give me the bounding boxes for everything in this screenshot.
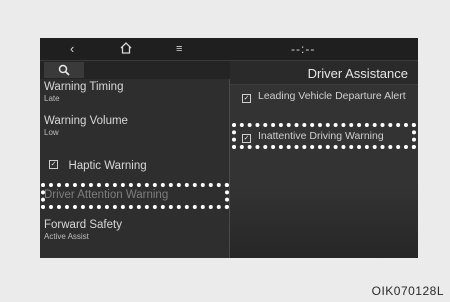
figure-code: OIK070128L — [371, 284, 444, 298]
menu-icon[interactable]: ≡ — [176, 41, 182, 57]
menu-item-forward-safety[interactable]: Forward Safety Active Assist — [44, 219, 122, 242]
panel-header: Driver Assistance — [230, 61, 418, 85]
option-label: Leading Vehicle Departure Alert — [258, 90, 406, 102]
menu-item-value: Low — [44, 128, 59, 137]
menu-item-title: Haptic Warning — [68, 160, 147, 172]
menu-item-warning-volume[interactable]: Warning Volume Low — [44, 115, 128, 138]
driver-assistance-panel: Driver Assistance ✓ Leading Vehicle Depa… — [230, 61, 418, 258]
clock: --:-- — [291, 42, 316, 56]
menu-item-haptic-warning[interactable]: ✓ Haptic Warning — [49, 156, 147, 174]
search-row — [40, 61, 230, 79]
panel-background — [230, 188, 418, 258]
top-bar: ‹ ≡ --:-- — [40, 38, 418, 61]
option-leading-vehicle-departure-alert[interactable]: ✓ Leading Vehicle Departure Alert — [242, 90, 406, 103]
menu-item-value: Active Assist — [44, 232, 89, 241]
panel-title: Driver Assistance — [307, 66, 408, 81]
infotainment-screen: ‹ ≡ --:-- Warning Timing Late Warning Vo… — [40, 38, 418, 258]
checkbox-checked-icon[interactable]: ✓ — [49, 160, 58, 170]
menu-item-warning-timing[interactable]: Warning Timing Late — [44, 81, 123, 104]
chevron-left-icon[interactable]: ‹ — [70, 41, 74, 57]
menu-item-value: Late — [44, 94, 60, 103]
menu-item-title: Forward Safety — [44, 219, 122, 231]
highlight-box — [41, 183, 229, 209]
menu-item-title: Warning Timing — [44, 81, 124, 93]
menu-item-title: Warning Volume — [44, 115, 128, 127]
highlight-box — [232, 123, 416, 149]
search-button[interactable] — [44, 62, 84, 78]
settings-menu: Warning Timing Late Warning Volume Low ✓… — [40, 61, 230, 258]
home-icon[interactable] — [119, 41, 133, 59]
checkbox-checked-icon[interactable]: ✓ — [242, 94, 251, 103]
search-icon — [58, 64, 70, 76]
